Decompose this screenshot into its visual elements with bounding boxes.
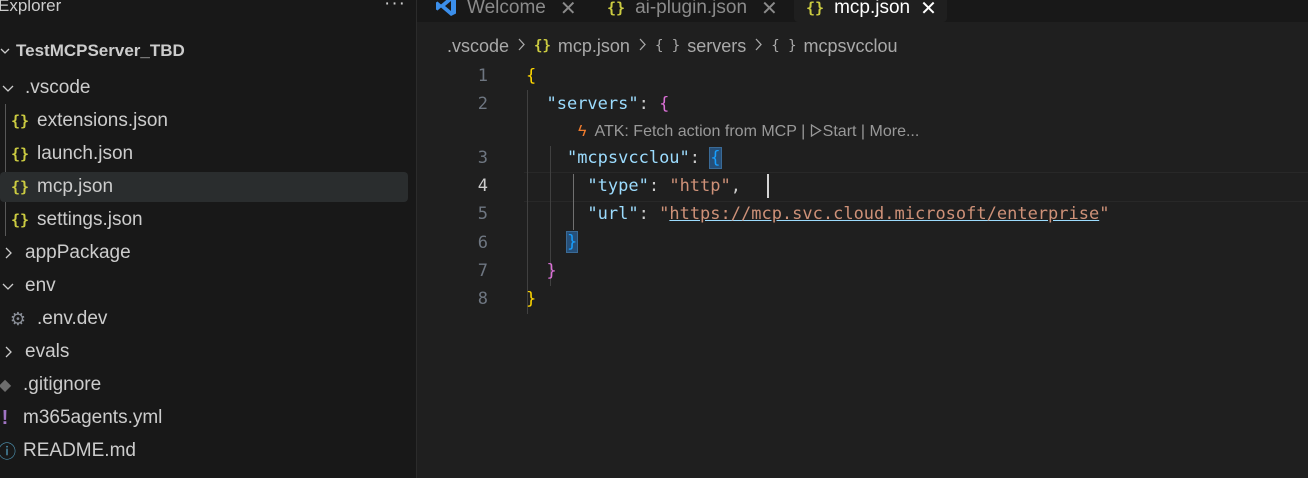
info-icon: ⓘ xyxy=(0,438,16,464)
chevron-right-icon xyxy=(754,38,763,55)
tree-file-extensions-json[interactable]: {} extensions.json xyxy=(0,106,408,136)
tab-label: mcp.json xyxy=(834,0,911,18)
explorer-sidebar: Explorer ··· TestMCPServer_TBD .vscode {… xyxy=(0,0,417,478)
codelens-separator: | xyxy=(801,123,806,140)
code-line: "servers": { xyxy=(546,94,670,114)
json-braces-icon: {} xyxy=(806,0,825,17)
tree-item-label: env xyxy=(25,275,56,296)
codelens-more[interactable]: More... xyxy=(870,123,920,140)
tree-item-label: .vscode xyxy=(25,77,91,98)
json-braces-icon: {} xyxy=(10,178,30,196)
close-icon[interactable]: ✕ xyxy=(761,0,778,21)
line-number: 8 xyxy=(477,289,488,309)
tab-label: ai-plugin.json xyxy=(635,0,748,18)
tree-folder-apppackage[interactable]: appPackage xyxy=(0,238,408,268)
line-number: 7 xyxy=(477,261,488,281)
json-key: "mcpsvcclou" xyxy=(566,148,690,168)
tree-file-mcp-json[interactable]: {} mcp.json xyxy=(0,172,408,202)
play-icon xyxy=(810,121,823,138)
json-braces-icon: {} xyxy=(10,211,30,229)
line-number: 6 xyxy=(477,233,488,253)
tree-item-label: launch.json xyxy=(37,143,134,164)
breadcrumb-item-vscode[interactable]: .vscode xyxy=(447,36,509,57)
chevron-right-icon xyxy=(2,346,16,358)
chevron-right-icon xyxy=(517,38,526,55)
tab-mcp-json[interactable]: {} mcp.json ✕ xyxy=(794,0,947,22)
line-number: 5 xyxy=(477,204,488,224)
json-key: "servers" xyxy=(546,94,639,114)
text-cursor xyxy=(767,174,769,198)
chevron-right-icon xyxy=(638,38,647,55)
object-icon: { } xyxy=(654,38,681,54)
tab-welcome[interactable]: Welcome ✕ xyxy=(435,0,577,22)
codelens-separator: | xyxy=(860,123,866,140)
url-link[interactable]: https://mcp.svc.cloud.microsoft/enterpri… xyxy=(669,204,1099,224)
code-line: } xyxy=(546,261,557,281)
explorer-title: Explorer xyxy=(0,0,62,15)
code-line: "mcpsvcclou": { xyxy=(566,147,722,169)
tree-file-env-dev[interactable]: ⚙ .env.dev xyxy=(0,304,408,334)
json-braces-icon: {} xyxy=(534,38,551,54)
line-number: 2 xyxy=(477,94,488,114)
tree-item-label: .gitignore xyxy=(23,374,102,395)
tab-ai-plugin-json[interactable]: {} ai-plugin.json ✕ xyxy=(607,0,778,22)
tree-item-label: appPackage xyxy=(25,242,131,263)
code-line: } xyxy=(526,289,537,309)
tree-item-label: evals xyxy=(25,341,70,362)
json-braces-icon: {} xyxy=(10,112,30,130)
breadcrumb-item-mcp-json[interactable]: mcp.json xyxy=(558,36,630,57)
codelens-fetch-action[interactable]: ATK: Fetch action from MCP xyxy=(594,123,796,140)
chevron-down-icon xyxy=(2,82,16,94)
tree-item-label: settings.json xyxy=(37,209,143,230)
code-line: "type": "http", xyxy=(587,176,741,196)
tree-item-label: .env.dev xyxy=(37,308,108,329)
json-braces-icon: {} xyxy=(10,145,30,163)
line-number: 3 xyxy=(477,148,488,168)
codelens-start[interactable]: Start xyxy=(823,123,857,140)
tree-file-settings-json[interactable]: {} settings.json xyxy=(0,205,408,235)
json-string-value: "http" xyxy=(669,176,731,196)
tab-label: Welcome xyxy=(467,0,546,18)
tree-file-readme[interactable]: ⓘ README.md xyxy=(0,436,408,466)
tree-file-m365agents-yml[interactable]: ! m365agents.yml xyxy=(0,403,408,433)
breadcrumb-item-mcpsvcclou[interactable]: mcpsvcclou xyxy=(804,36,898,57)
explorer-more-actions-icon[interactable]: ··· xyxy=(384,0,406,15)
tree-folder-vscode[interactable]: .vscode xyxy=(0,73,408,103)
lightning-icon: ϟ xyxy=(578,123,587,140)
code-line: { xyxy=(526,66,537,86)
exclamation-icon: ! xyxy=(1,406,9,429)
code-editor[interactable]: 1 2 3 4 5 6 7 8 { "servers": { ϟ ATK: Fet… xyxy=(424,62,1308,478)
chevron-down-icon xyxy=(0,46,12,56)
breadcrumb: .vscode {} mcp.json { } servers { } mcps… xyxy=(447,34,898,58)
code-line: "url": "https://mcp.svc.cloud.microsoft/… xyxy=(587,204,1110,224)
tree-folder-env[interactable]: env xyxy=(0,271,408,301)
json-key: "url" xyxy=(587,204,639,224)
codelens: ϟ ATK: Fetch action from MCP | Start | Mo… xyxy=(578,120,919,144)
line-number: 4 xyxy=(477,176,488,196)
git-icon: ◆ xyxy=(0,377,12,394)
close-icon[interactable]: ✕ xyxy=(560,0,577,21)
tree-file-launch-json[interactable]: {} launch.json xyxy=(0,139,408,169)
line-number: 1 xyxy=(477,66,488,86)
close-icon[interactable]: ✕ xyxy=(920,0,937,21)
gear-icon: ⚙ xyxy=(9,308,27,329)
project-root[interactable]: TestMCPServer_TBD xyxy=(0,36,408,66)
tree-item-label: mcp.json xyxy=(37,176,114,197)
code-line: } xyxy=(565,231,579,253)
vscode-icon xyxy=(435,0,457,22)
tree-folder-evals[interactable]: evals xyxy=(0,337,408,367)
tree-item-label: README.md xyxy=(23,440,136,461)
chevron-down-icon xyxy=(2,280,16,292)
object-icon: { } xyxy=(771,38,797,54)
tree-file-gitignore[interactable]: ◆ .gitignore xyxy=(0,370,408,400)
json-key: "type" xyxy=(587,176,649,196)
json-braces-icon: {} xyxy=(607,0,626,17)
tree-item-label: m365agents.yml xyxy=(23,407,163,428)
breadcrumb-item-servers[interactable]: servers xyxy=(687,36,746,57)
tree-item-label: extensions.json xyxy=(37,110,168,131)
editor-tab-bar: Welcome ✕ {} ai-plugin.json ✕ {} mcp.jso… xyxy=(417,0,1308,22)
chevron-right-icon xyxy=(2,247,16,259)
project-root-label: TestMCPServer_TBD xyxy=(16,41,185,60)
